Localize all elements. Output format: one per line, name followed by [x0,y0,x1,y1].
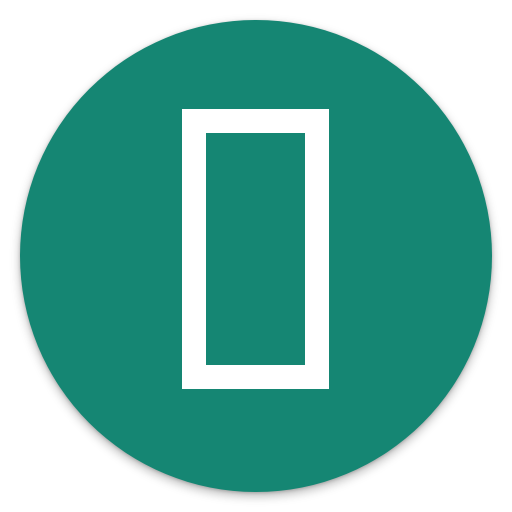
icon-canvas [0,0,512,512]
missing-glyph-box-icon [182,109,329,389]
